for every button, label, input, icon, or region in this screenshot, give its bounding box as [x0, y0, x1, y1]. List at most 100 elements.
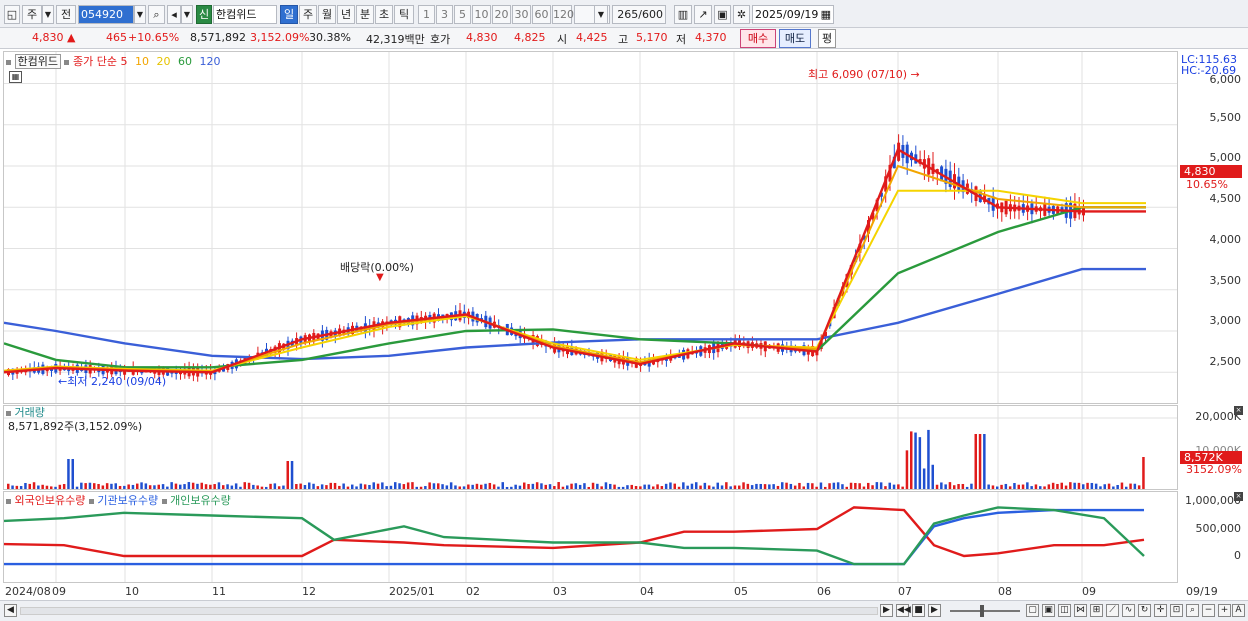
volume-bar — [1030, 486, 1033, 489]
interval-minute[interactable]: 분 — [356, 5, 374, 24]
volume-bar — [1112, 486, 1115, 489]
trend-icon[interactable]: ⊞ — [1090, 604, 1103, 617]
stop-icon[interactable]: ■ — [912, 604, 925, 617]
window-icon[interactable]: ◱ — [4, 5, 20, 24]
save-icon[interactable]: ▣ — [714, 5, 731, 24]
minute-10[interactable]: 10 — [472, 5, 491, 24]
buy-button[interactable]: 매수 — [740, 29, 776, 48]
volume-bar — [841, 484, 844, 489]
interval-year[interactable]: 년 — [337, 5, 355, 24]
volume-bar — [1004, 483, 1008, 489]
play-icon[interactable]: ▶ — [928, 604, 941, 617]
volume-bar — [510, 486, 513, 489]
interval-day[interactable]: 일 — [280, 5, 298, 24]
volume-bar — [28, 483, 31, 489]
volume-bar — [716, 482, 719, 489]
period-select[interactable]: 주 — [22, 5, 42, 24]
stock-name-field[interactable]: 한컴위드 — [213, 5, 277, 24]
scroll-left-icon[interactable]: ◀ — [4, 604, 17, 617]
legend-stock-name[interactable]: 한컴위드 — [14, 54, 61, 69]
tick-3000: 3,000 — [1209, 314, 1242, 327]
candle-type-icon[interactable]: ▥ — [674, 5, 692, 24]
zoom-slider-handle[interactable] — [980, 605, 984, 617]
volume-bar — [1094, 483, 1098, 489]
volume-bar — [703, 482, 707, 489]
interval-second[interactable]: 초 — [375, 5, 393, 24]
sync-icon[interactable]: ↻ — [1138, 604, 1151, 617]
prev-button[interactable]: 전 — [56, 5, 76, 24]
low-annotation: ←최저 2,240 (09/04) — [58, 373, 166, 389]
pattern-icon[interactable]: ⋈ — [1074, 604, 1087, 617]
foreign-holdings-label[interactable]: 외국인보유수량 — [15, 494, 86, 507]
minute-120[interactable]: 120 — [552, 5, 574, 24]
volume-pane[interactable] — [3, 405, 1178, 490]
volume-bar — [647, 484, 651, 489]
custom-interval-dropdown-icon[interactable]: ▼ — [594, 5, 608, 24]
minute-1[interactable]: 1 — [418, 5, 435, 24]
search-icon[interactable]: ⌕ — [148, 5, 165, 24]
volume-bar — [927, 429, 930, 489]
minute-5[interactable]: 5 — [454, 5, 471, 24]
volume-bar — [471, 484, 474, 489]
price-chart-svg[interactable] — [4, 52, 1177, 403]
volume-bar — [914, 432, 917, 489]
minute-20[interactable]: 20 — [492, 5, 511, 24]
minute-60[interactable]: 60 — [532, 5, 551, 24]
ma-line-20 — [4, 189, 1146, 372]
layout-icon[interactable]: ▢ — [1026, 604, 1039, 617]
chevron-down-icon[interactable]: ▼ — [42, 5, 54, 24]
tick-3500: 3,500 — [1209, 274, 1242, 287]
price-chart-pane[interactable] — [3, 51, 1178, 404]
close-icon[interactable]: × — [1234, 406, 1243, 415]
image-icon[interactable]: ⊡ — [1170, 604, 1183, 617]
overlay-icon[interactable]: ◫ — [1058, 604, 1071, 617]
zoom-icon[interactable]: ⌕ — [1186, 604, 1199, 617]
draw-icon[interactable]: ∿ — [1122, 604, 1135, 617]
scroll-right-icon[interactable]: ▶ — [880, 604, 893, 617]
volume-bar — [1086, 482, 1089, 489]
volume-bar — [862, 486, 866, 489]
price-axis: LC:115.63 HC:-20.69 6,000 5,500 5,000 4,… — [1179, 51, 1245, 404]
font-size-icon[interactable]: A — [1232, 604, 1245, 617]
dividend-arrow-icon: ▼ — [376, 272, 384, 283]
gear-icon[interactable]: ✲ — [733, 5, 750, 24]
interval-week[interactable]: 주 — [299, 5, 317, 24]
sell-button[interactable]: 매도 — [779, 29, 811, 48]
minute-3[interactable]: 3 — [436, 5, 453, 24]
calendar-icon[interactable]: ▦ — [821, 6, 831, 23]
individual-holdings-label[interactable]: 개인보유수량 — [170, 494, 231, 507]
institution-holdings-label[interactable]: 기관보유수량 — [97, 494, 158, 507]
minute-30[interactable]: 30 — [512, 5, 531, 24]
indicator-icon[interactable]: ↗ — [694, 5, 712, 24]
line-tool-icon[interactable]: ⟋ — [1106, 604, 1119, 617]
volume-bar — [123, 485, 126, 489]
interval-month[interactable]: 월 — [318, 5, 336, 24]
eval-button[interactable]: 평 — [818, 29, 836, 48]
layout-split-icon[interactable]: ▣ — [1042, 604, 1055, 617]
scrollbar-track[interactable] — [20, 607, 878, 615]
count-field[interactable]: 265/600 — [612, 5, 666, 24]
volume-bar — [682, 482, 685, 489]
volume-bar — [1125, 486, 1128, 489]
x-tick-label: 2025/01 — [389, 585, 435, 598]
crosshair-icon[interactable]: ✛ — [1154, 604, 1167, 617]
table-icon[interactable]: ▦ — [9, 71, 22, 83]
volume-bar — [406, 482, 410, 489]
volume-bar — [738, 485, 741, 489]
volume-bar — [1051, 482, 1055, 489]
low-annotation-text: 최저 2,240 (09/04) — [67, 375, 167, 388]
zoom-out-icon[interactable]: − — [1202, 604, 1215, 617]
stock-code-input[interactable]: 054920 — [78, 5, 134, 24]
volume-chart-svg[interactable] — [4, 406, 1177, 489]
zoom-slider[interactable] — [950, 610, 1020, 612]
zoom-in-icon[interactable]: + — [1218, 604, 1231, 617]
current-pct-tag: 10.65% — [1186, 178, 1228, 191]
close-icon[interactable]: × — [1234, 492, 1243, 501]
ma-label[interactable]: 종가 단순 — [73, 55, 117, 68]
code-dropdown-icon[interactable]: ▼ — [134, 5, 146, 24]
interval-tick[interactable]: 틱 — [394, 5, 414, 24]
sound-dropdown-icon[interactable]: ▼ — [181, 5, 193, 24]
date-field[interactable]: 2025/09/19 ▦ — [752, 5, 834, 24]
sound-icon[interactable]: ◂ — [167, 5, 181, 24]
rewind-icon[interactable]: ◀◀ — [896, 604, 911, 617]
